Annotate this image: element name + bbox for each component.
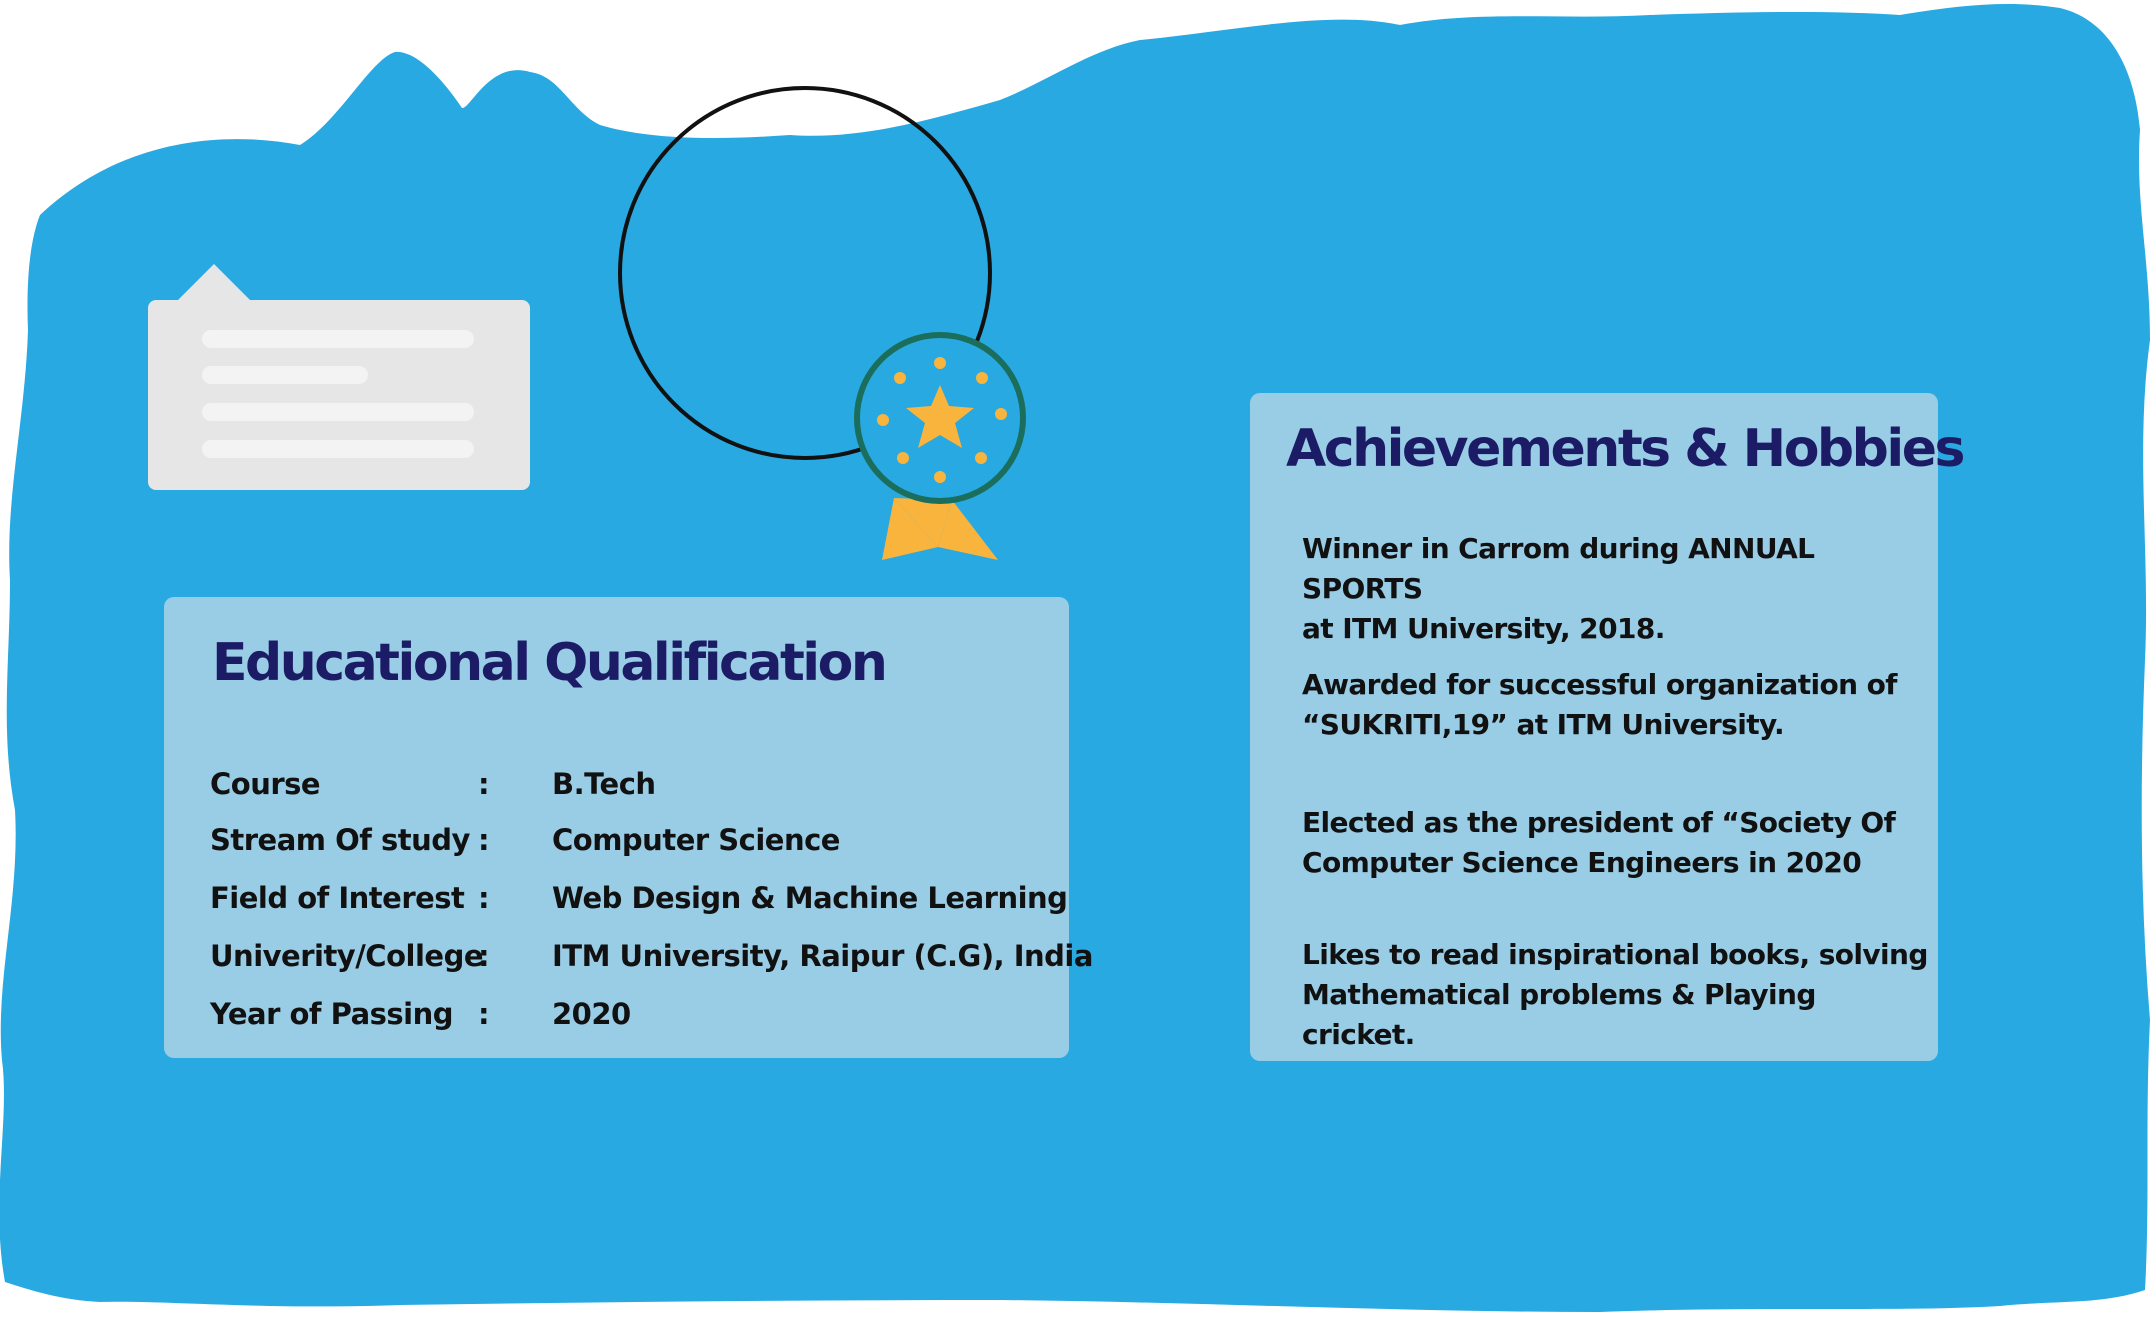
achievement-item: Elected as the president of “Society Of …	[1302, 803, 1932, 883]
education-label: Year of Passing	[210, 997, 454, 1031]
chat-bubble-icon	[148, 264, 530, 490]
education-panel: Educational Qualification Course : B.Tec…	[164, 597, 1093, 1058]
achievements-title: Achievements & Hobbies	[1286, 419, 1965, 479]
award-medal-icon	[618, 86, 1026, 560]
achievement-item: Winner in Carrom during ANNUAL SPORTS at…	[1302, 529, 1932, 649]
education-value: Computer Science	[552, 823, 840, 857]
chat-line	[202, 440, 474, 458]
education-separator: :	[478, 881, 490, 915]
education-label: Course	[210, 767, 321, 801]
education-label: Field of Interest	[210, 881, 465, 915]
education-separator: :	[478, 823, 490, 857]
achievement-item: Likes to read inspirational books, solvi…	[1302, 935, 1932, 1055]
achievement-line: Likes to read inspirational books, solvi…	[1302, 938, 1928, 971]
achievement-line: Elected as the president of “Society Of	[1302, 806, 1896, 839]
achievement-line: Awarded for successful organization of	[1302, 668, 1897, 701]
education-separator: :	[478, 939, 490, 973]
education-value: 2020	[552, 997, 631, 1031]
achievement-item: Awarded for successful organization of “…	[1302, 665, 1932, 745]
chat-line	[202, 330, 474, 348]
achievements-panel: Achievements & Hobbies Winner in Carrom …	[1250, 393, 1965, 1061]
education-value: Web Design & Machine Learning	[552, 881, 1068, 915]
chat-bubble-tail	[176, 264, 252, 302]
chat-line	[202, 366, 368, 384]
education-value: ITM University, Raipur (C.G), India	[552, 939, 1093, 973]
achievement-line: Winner in Carrom during ANNUAL SPORTS	[1302, 532, 1815, 605]
education-label: Stream Of study	[210, 823, 470, 857]
chat-line	[202, 403, 474, 421]
education-value: B.Tech	[552, 767, 656, 801]
education-title: Educational Qualification	[212, 633, 888, 693]
education-separator: :	[478, 997, 490, 1031]
education-label: Univerity/College	[210, 939, 484, 973]
achievement-line: Mathematical problems & Playing cricket.	[1302, 978, 1816, 1051]
education-separator: :	[478, 767, 490, 801]
achievement-line: “SUKRITI,19” at ITM University.	[1302, 708, 1785, 741]
achievement-line: at ITM University, 2018.	[1302, 612, 1665, 645]
achievement-line: Computer Science Engineers in 2020	[1302, 846, 1862, 879]
